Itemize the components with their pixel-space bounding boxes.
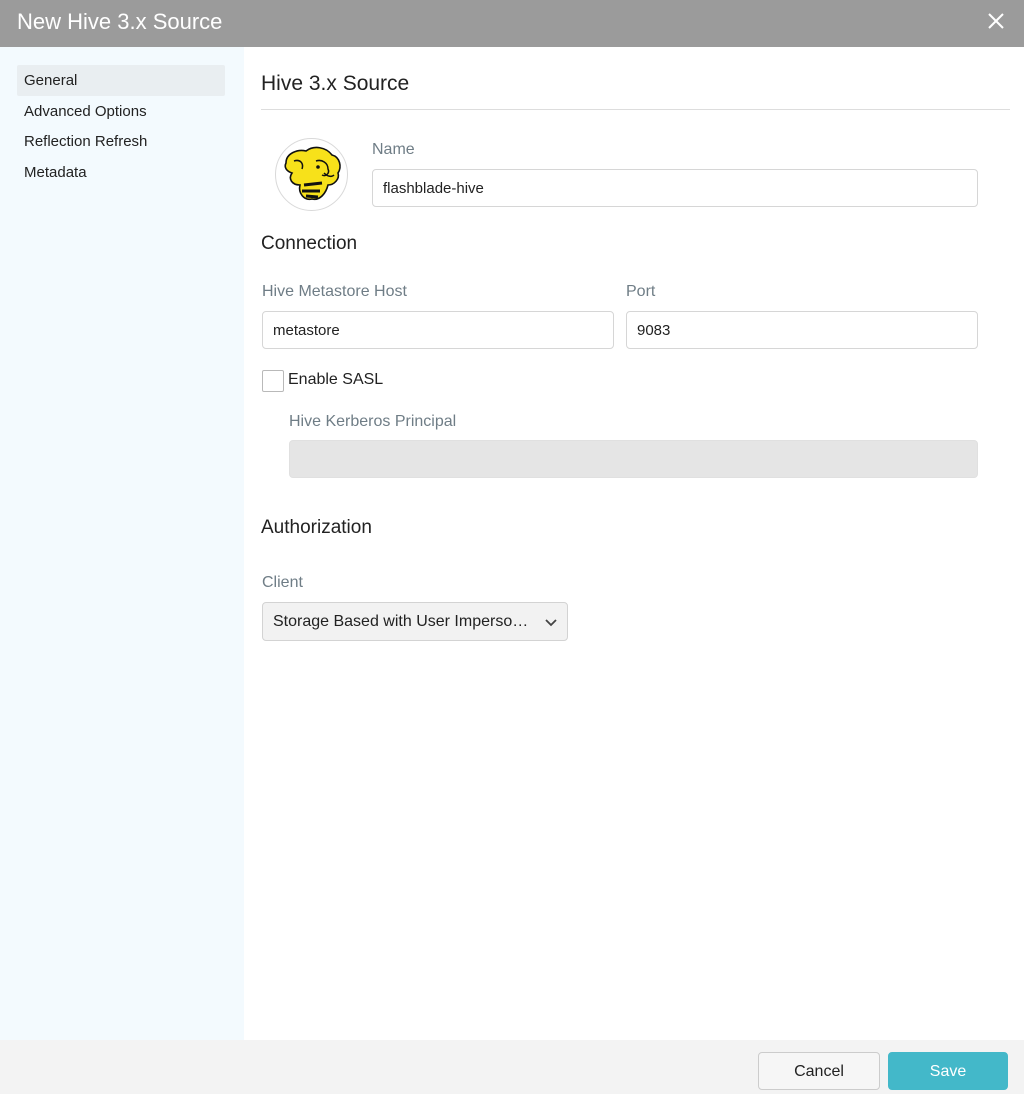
chevron-down-icon (544, 616, 558, 628)
sidebar-item-reflection-refresh[interactable]: Reflection Refresh (17, 126, 225, 157)
enable-sasl-label[interactable]: Enable SASL (288, 371, 383, 389)
port-label: Port (626, 283, 656, 300)
port-input[interactable]: 9083 (626, 311, 978, 349)
sidebar-item-advanced-options[interactable]: Advanced Options (17, 96, 225, 127)
dialog-title: New Hive 3.x Source (17, 9, 223, 34)
name-input[interactable]: flashblade-hive (372, 169, 978, 207)
save-button[interactable]: Save (888, 1052, 1008, 1090)
cancel-button[interactable]: Cancel (758, 1052, 880, 1090)
dialog-footer: Cancel Save (0, 1040, 1024, 1094)
client-select-value: Storage Based with User Impersonation (273, 613, 535, 630)
sidebar: General Advanced Options Reflection Refr… (0, 47, 244, 1040)
dialog-titlebar: New Hive 3.x Source (0, 0, 1024, 47)
hive-logo-icon (275, 138, 348, 211)
enable-sasl-checkbox[interactable] (262, 370, 284, 392)
main-content: Hive 3.x Source Name flashblade-hive Con… (244, 47, 1024, 1040)
page-title: Hive 3.x Source (261, 72, 410, 95)
client-label: Client (262, 574, 303, 591)
name-label: Name (372, 141, 415, 158)
authorization-heading: Authorization (261, 517, 372, 538)
title-divider (261, 109, 1010, 110)
connection-heading: Connection (261, 233, 358, 254)
kerberos-principal-label: Hive Kerberos Principal (289, 413, 457, 430)
sidebar-item-general[interactable]: General (17, 65, 225, 96)
metastore-host-input[interactable]: metastore (262, 311, 614, 349)
metastore-host-label: Hive Metastore Host (262, 283, 407, 300)
client-select[interactable]: Storage Based with User Impersonation (262, 602, 568, 641)
sidebar-item-metadata[interactable]: Metadata (17, 157, 225, 188)
close-icon[interactable] (984, 9, 1008, 33)
kerberos-principal-input[interactable] (289, 440, 978, 478)
